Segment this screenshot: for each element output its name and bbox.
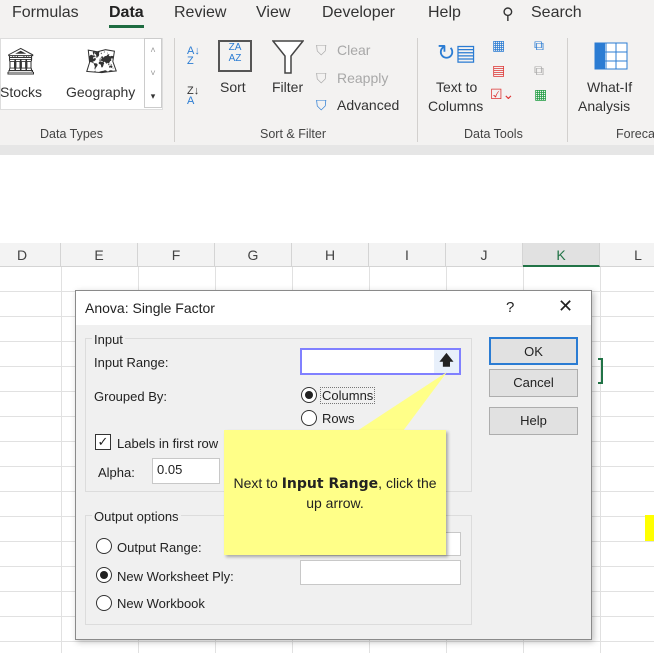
instruction-callout: Next to Input Range, click the up arrow. — [224, 430, 446, 555]
callout-text-bold: Input Range — [281, 476, 379, 492]
callout-pointer — [357, 372, 447, 431]
callout-text-prefix: Next to — [233, 475, 282, 491]
